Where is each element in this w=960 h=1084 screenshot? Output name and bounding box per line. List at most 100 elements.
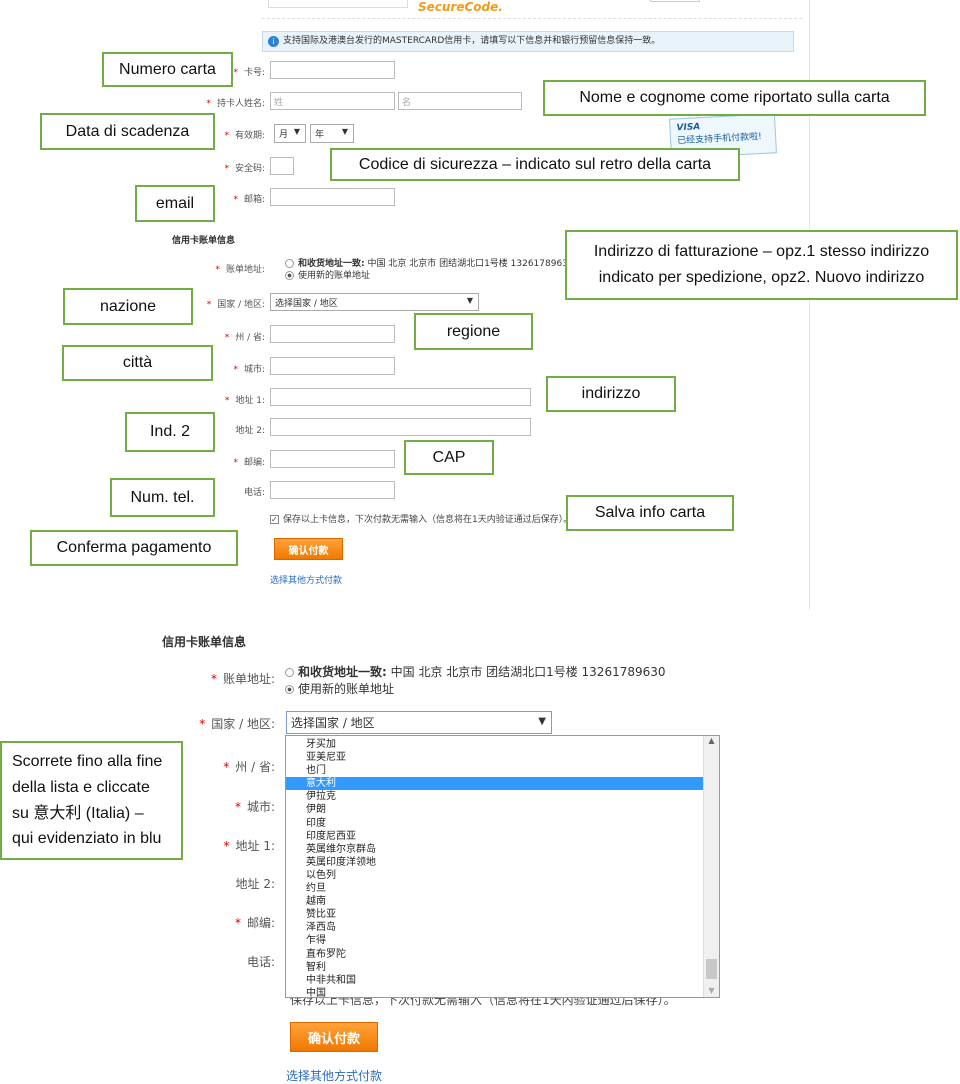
annotation-save: Salva info carta — [566, 495, 734, 531]
dropdown-option[interactable]: 也门 — [286, 764, 704, 777]
other-payment-link-zoomed[interactable]: 选择其他方式付款 — [286, 1067, 382, 1084]
cvv-input[interactable] — [270, 157, 294, 175]
other-payment-link[interactable]: 选择其他方式付款 — [270, 573, 342, 586]
dropdown-option[interactable]: 中国 — [286, 987, 704, 997]
annotation-scroll-line: della lista e cliccate — [12, 778, 150, 796]
annotation-expiry: Data di scadenza — [40, 113, 215, 150]
zip-input[interactable] — [270, 450, 395, 468]
annotation-phone: Num. tel. — [110, 478, 215, 517]
dropdown-option[interactable]: 牙买加 — [286, 738, 704, 751]
city-input[interactable] — [270, 357, 395, 375]
radio-icon — [285, 668, 294, 677]
dropdown-option[interactable]: 伊拉克 — [286, 790, 704, 803]
address2-label-zoomed: 地址 2: — [235, 877, 276, 891]
zip-label: * 邮编: — [233, 458, 265, 468]
zip-label-zoomed: * 邮编: — [234, 916, 275, 930]
annotation-card-number: Numero carta — [102, 52, 233, 87]
phone-input[interactable] — [270, 481, 395, 499]
annotation-scroll-instructions: Scorrete fino alla fine della lista e cl… — [0, 741, 183, 860]
card-logo-box — [268, 0, 408, 8]
annotation-city: città — [62, 345, 213, 381]
radio-selected-icon — [285, 685, 294, 694]
same-address-radio-zoomed[interactable]: 和收货地址一致: 中国 北京 北京市 团结湖北口1号楼 13261789630 — [285, 663, 666, 680]
country-label-zoomed: * 国家 / 地区: — [199, 717, 275, 731]
scroll-up-icon[interactable]: ▲ — [704, 736, 719, 745]
annotation-billing-line1: Indirizzo di fatturazione – opz.1 stesso… — [593, 243, 930, 261]
address1-input[interactable] — [270, 388, 531, 406]
annotation-region: regione — [414, 313, 533, 350]
chevron-down-icon: ▼ — [466, 296, 473, 305]
province-input[interactable] — [270, 325, 395, 343]
confirm-payment-button-zoomed[interactable]: 确认付款 — [290, 1022, 378, 1052]
scroll-down-icon[interactable]: ▼ — [704, 986, 719, 995]
radio-selected-icon — [285, 271, 294, 280]
annotation-scroll-line: Scorrete fino alla fine — [12, 753, 163, 771]
confirm-payment-button[interactable]: 确认付款 — [274, 538, 343, 560]
dashed-divider — [262, 18, 802, 19]
annotation-scroll-line: qui evidenziato in blu — [12, 830, 162, 848]
dropdown-option[interactable]: 伊朗 — [286, 803, 704, 816]
billing-title-zoomed: 信用卡账单信息 — [162, 635, 247, 649]
new-address-radio-zoomed[interactable]: 使用新的账单地址 — [285, 680, 394, 697]
country-dropdown-list[interactable]: 牙买加 亚美尼亚 也门 意大利 伊拉克 伊朗 印度 印度尼西亚 英属维尔京群岛 英属印度洋领地 以色… — [285, 735, 720, 998]
scrollbar[interactable]: ▲ ▼ — [703, 736, 719, 997]
dropdown-option[interactable]: 英属印度洋领地 — [286, 856, 704, 869]
dropdown-option[interactable]: 以色列 — [286, 869, 704, 882]
dropdown-option[interactable]: 意大利 — [286, 777, 704, 791]
expiry-month-select[interactable]: 月 ▼ — [274, 124, 306, 143]
annotation-cvv: Codice di sicurezza – indicato sul retro… — [330, 148, 740, 181]
address2-input[interactable] — [270, 418, 531, 436]
dropdown-option[interactable]: 中非共和国 — [286, 974, 704, 987]
billing-address-label-zoomed: * 账单地址: — [210, 672, 275, 686]
dropdown-option[interactable]: 赞比亚 — [286, 908, 704, 921]
address1-label: * 地址 1: — [224, 396, 265, 406]
annotation-billing: Indirizzo di fatturazione – opz.1 stesso… — [565, 230, 958, 300]
dropdown-option[interactable]: 亚美尼亚 — [286, 751, 704, 764]
dropdown-option[interactable]: 印度 — [286, 817, 704, 830]
save-info-checkbox-zoomed[interactable]: 保存以上卡信息，下次付款无需输入（信息将在1天内验证通过后保存）。 — [290, 998, 676, 1006]
billing-address-label: * 账单地址: — [215, 265, 265, 275]
new-address-radio[interactable]: 使用新的账单地址 — [285, 268, 370, 281]
surname-input[interactable]: 姓 — [270, 92, 395, 110]
dropdown-option[interactable]: 越南 — [286, 895, 704, 908]
chevron-down-icon: ▼ — [538, 716, 546, 727]
email-input[interactable] — [270, 188, 395, 206]
checkbox-checked-icon: ✓ — [270, 515, 279, 524]
securecode-logo: SecureCode. — [418, 0, 503, 14]
annotation-billing-line2: indicato per spedizione, opz2. Nuovo ind… — [598, 269, 925, 286]
annotation-country: nazione — [63, 288, 193, 325]
radio-icon — [285, 259, 294, 268]
cvv-label: * 安全码: — [224, 164, 265, 174]
dropdown-option[interactable]: 乍得 — [286, 934, 704, 947]
annotation-confirm: Conferma pagamento — [30, 530, 238, 566]
dropdown-option[interactable]: 印度尼西亚 — [286, 830, 704, 843]
chevron-down-icon: ▼ — [293, 127, 300, 136]
expiry-year-select[interactable]: 年 ▼ — [310, 124, 354, 143]
dropdown-option[interactable]: 约旦 — [286, 882, 704, 895]
card-number-input[interactable] — [270, 61, 395, 79]
info-bar: i 支持国际及港澳台发行的MASTERCARD信用卡，请填写以下信息并和银行预留… — [262, 31, 794, 52]
annotation-scroll-line: su 意大利 (Italia) – — [12, 804, 144, 822]
country-select[interactable]: 选择国家 / 地区 ▼ — [270, 293, 479, 311]
phone-label-zoomed: 电话: — [246, 955, 275, 969]
dropdown-option[interactable]: 智利 — [286, 961, 704, 974]
header-button[interactable] — [650, 0, 700, 2]
annotation-address2: Ind. 2 — [125, 412, 215, 452]
scrollbar-thumb[interactable] — [706, 959, 717, 979]
holder-name-label: * 持卡人姓名: — [206, 99, 265, 109]
province-label: * 州 / 省: — [224, 333, 265, 343]
annotation-zip: CAP — [404, 440, 494, 475]
save-info-checkbox[interactable]: ✓ 保存以上卡信息，下次付款无需输入（信息将在1天内验证通过后保存）。 — [270, 512, 572, 525]
annotation-address: indirizzo — [546, 376, 676, 412]
info-text: 支持国际及港澳台发行的MASTERCARD信用卡，请填写以下信息并和银行预留信息… — [283, 36, 661, 46]
dropdown-option[interactable]: 泽西岛 — [286, 921, 704, 934]
annotation-name: Nome e cognome come riportato sulla cart… — [543, 80, 926, 116]
annotation-email: email — [135, 185, 215, 222]
dropdown-option[interactable]: 直布罗陀 — [286, 948, 704, 961]
info-icon: i — [268, 36, 279, 47]
chevron-down-icon: ▼ — [341, 127, 348, 136]
billing-title: 信用卡账单信息 — [172, 236, 236, 246]
dropdown-option[interactable]: 英属维尔京群岛 — [286, 843, 704, 856]
country-select-zoomed[interactable]: 选择国家 / 地区 ▼ — [286, 711, 552, 734]
given-name-input[interactable]: 名 — [398, 92, 522, 110]
